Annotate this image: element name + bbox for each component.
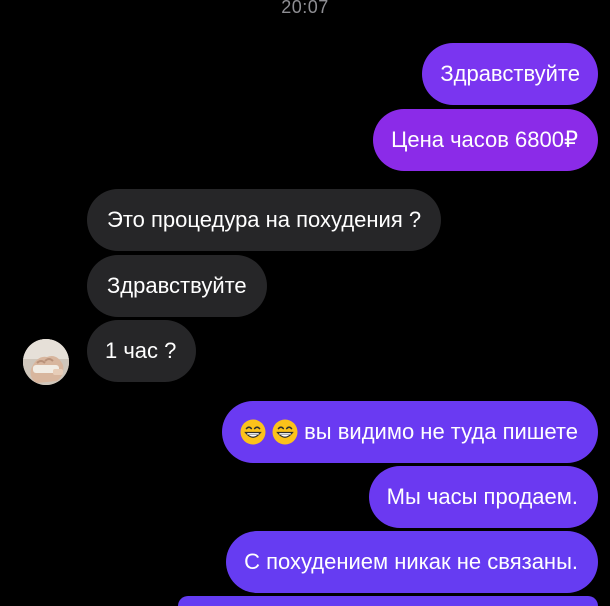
contact-avatar[interactable]: [23, 339, 69, 385]
outgoing-message-bubble[interactable]: С похудением никак не связаны.: [226, 531, 598, 593]
message-text: С похудением никак не связаны.: [244, 549, 578, 574]
message-text: Здравствуйте: [107, 273, 247, 298]
message-text: Здравствуйте: [440, 61, 580, 86]
message-text: Цена часов 6800₽: [391, 127, 578, 152]
incoming-message-bubble[interactable]: Здравствуйте: [87, 255, 267, 317]
message-text: Мы часы продаем.: [386, 484, 578, 509]
outgoing-message-bubble[interactable]: Здравствуйте: [422, 43, 598, 105]
message-text: вы видимо не туда пишете: [304, 419, 578, 444]
incoming-message-bubble[interactable]: Это процедура на похудения ?: [87, 189, 442, 251]
grinning-face-emoji-icon: [272, 419, 298, 445]
outgoing-message-bubble[interactable]: вы видимо не туда пишете: [222, 401, 598, 463]
message-text: 1 час ?: [105, 338, 177, 363]
grinning-face-emoji-icon: [240, 419, 266, 445]
incoming-message-bubble[interactable]: 1 час ?: [87, 320, 197, 382]
message-text: Это процедура на похудения ?: [107, 207, 422, 232]
outgoing-message-bubble[interactable]: Мы часы продаем.: [368, 466, 598, 528]
outgoing-message-bubble-partial[interactable]: [178, 596, 598, 606]
outgoing-message-bubble[interactable]: Цена часов 6800₽: [373, 109, 598, 171]
message-timestamp: 20:07: [281, 0, 329, 17]
avatar-icon: [23, 339, 69, 385]
